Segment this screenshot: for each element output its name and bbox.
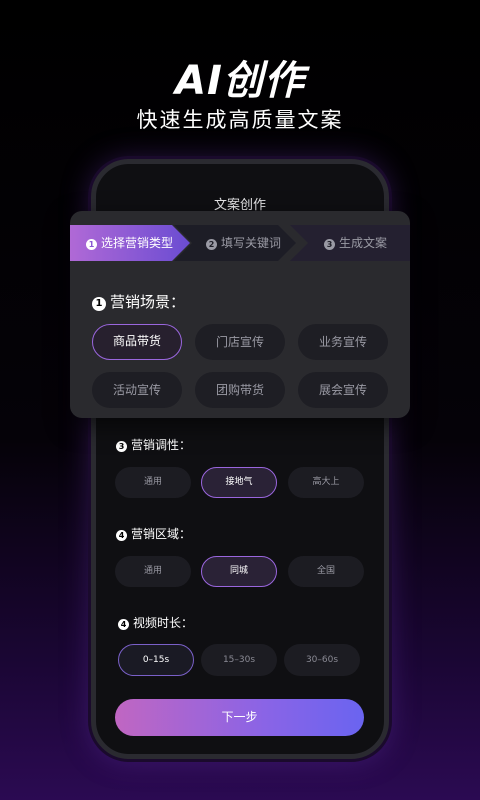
region-option-nationwide[interactable]: 全国 <box>288 556 364 587</box>
marketing-type-card: 1 选择营销类型 2 填写关键词 3 生成文案 1 营销场景： 商品带货 门店宣传 业务… <box>70 211 410 418</box>
scene-option-group-buy[interactable]: 团购带货 <box>195 372 285 408</box>
tone-label-text: 营销调性： <box>131 438 192 452</box>
tone-number: 3 <box>116 441 127 452</box>
duration-label-text: 视频时长： <box>133 616 194 630</box>
tone-option-down-to-earth[interactable]: 接地气 <box>201 467 277 498</box>
region-option-general[interactable]: 通用 <box>115 556 191 587</box>
tone-option-general[interactable]: 通用 <box>115 467 191 498</box>
region-label-text: 营销区域： <box>131 527 192 541</box>
step-1-number: 1 <box>86 239 97 250</box>
region-number: 4 <box>116 530 127 541</box>
step-1-label: 选择营销类型 <box>101 236 174 250</box>
step-3[interactable]: 3 生成文案 <box>290 225 410 261</box>
step-2[interactable]: 2 填写关键词 <box>174 225 296 261</box>
scene-option-store-promo[interactable]: 门店宣传 <box>195 324 285 360</box>
scene-label: 1 营销场景： <box>92 291 185 312</box>
region-label: 4 营销区域： <box>116 525 191 542</box>
duration-option-15-30s[interactable]: 15–30s <box>201 644 277 676</box>
duration-option-0-15s[interactable]: 0–15s <box>118 644 194 676</box>
scene-option-product-sales[interactable]: 商品带货 <box>92 324 182 360</box>
duration-number: 4 <box>118 619 129 630</box>
duration-option-30-60s[interactable]: 30–60s <box>284 644 360 676</box>
scene-option-business-promo[interactable]: 业务宣传 <box>298 324 388 360</box>
step-1[interactable]: 1 选择营销类型 <box>70 225 190 261</box>
step-3-label: 生成文案 <box>339 236 388 250</box>
next-step-button[interactable]: 下一步 <box>115 699 364 736</box>
tone-label: 3 营销调性： <box>116 436 191 453</box>
scene-number: 1 <box>92 297 106 311</box>
step-2-number: 2 <box>206 239 217 250</box>
tone-option-high-end[interactable]: 高大上 <box>288 467 364 498</box>
scene-label-text: 营销场景： <box>110 293 186 311</box>
step-2-label: 填写关键词 <box>221 236 282 250</box>
step-progress: 1 选择营销类型 2 填写关键词 3 生成文案 <box>70 225 410 261</box>
duration-label: 4 视频时长： <box>118 614 193 631</box>
hero-subtitle: 快速生成高质量文案 <box>136 108 344 132</box>
region-option-same-city[interactable]: 同城 <box>201 556 277 587</box>
step-3-number: 3 <box>324 239 335 250</box>
hero-title: AI创作 <box>175 58 305 104</box>
scene-option-exhibition-promo[interactable]: 展会宣传 <box>298 372 388 408</box>
scene-option-event-promo[interactable]: 活动宣传 <box>92 372 182 408</box>
